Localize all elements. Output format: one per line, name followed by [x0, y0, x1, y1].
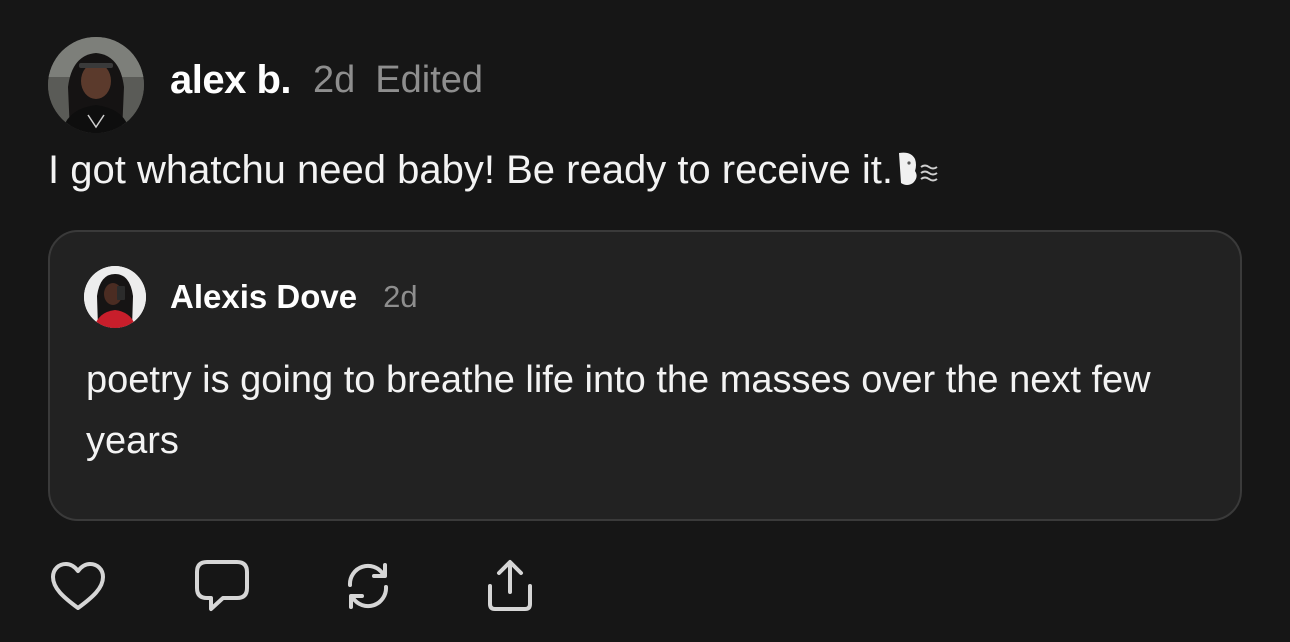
share-button[interactable] [480, 556, 540, 616]
quoted-post-header: Alexis Dove 2d [170, 277, 418, 317]
heart-icon [51, 562, 105, 610]
post: alex b. 2d Edited I got whatchu need bab… [0, 0, 1290, 642]
reply-button[interactable] [192, 556, 252, 616]
comment-icon [195, 560, 249, 611]
repost-icon [347, 563, 389, 609]
author-name[interactable]: alex b. [170, 58, 292, 103]
author-avatar-image [48, 37, 144, 133]
face-exhaling-icon [895, 149, 943, 193]
repost-button[interactable] [338, 556, 398, 616]
post-body: I got whatchu need baby! Be ready to rec… [48, 148, 943, 193]
quoted-post-card[interactable]: Alexis Dove 2d poetry is going to breath… [48, 230, 1242, 521]
quoted-post-text: poetry is going to breathe life into the… [86, 359, 1151, 462]
post-header: alex b. 2d Edited [170, 56, 483, 104]
quoted-post-time[interactable]: 2d [383, 279, 417, 315]
like-button[interactable] [48, 556, 108, 616]
author-avatar[interactable] [48, 37, 144, 133]
quoted-author-avatar-image [84, 266, 146, 328]
post-time[interactable]: 2d [313, 59, 355, 102]
share-icon [488, 560, 532, 611]
post-text: I got whatchu need baby! Be ready to rec… [48, 148, 893, 192]
quoted-author-name[interactable]: Alexis Dove [170, 278, 357, 316]
quoted-author-avatar[interactable] [84, 266, 146, 328]
edited-label[interactable]: Edited [375, 59, 483, 102]
